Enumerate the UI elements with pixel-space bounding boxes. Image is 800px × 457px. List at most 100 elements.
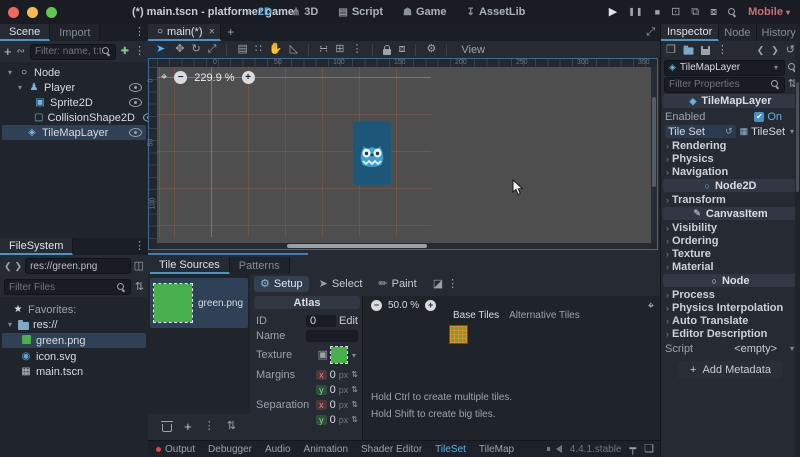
bottom-panel-animation[interactable]: Animation	[304, 444, 348, 455]
checkbox-checked-icon[interactable]: ✔	[754, 112, 764, 122]
inspector-scrollbar[interactable]	[795, 42, 800, 457]
film-strip-icon[interactable]: ⧇	[710, 7, 717, 18]
res-root-row[interactable]: ▾ res://	[0, 317, 148, 332]
tree-row-tilemaplayer[interactable]: ◈ TileMapLayer	[2, 125, 146, 140]
attach-script-icon[interactable]: ✚	[121, 47, 129, 57]
skeleton-options-icon[interactable]: ⚙	[426, 44, 436, 55]
section-visibility[interactable]: ›Visibility	[661, 221, 800, 234]
close-tab-icon[interactable]: ✕	[209, 28, 216, 36]
zoom-out-button[interactable]: −	[371, 300, 382, 311]
name-value-field[interactable]	[306, 330, 358, 342]
movie-maker-icon[interactable]: ⧉	[691, 7, 699, 18]
spinner-icon[interactable]: ⇅	[351, 400, 358, 409]
section-physics-interpolation[interactable]: ›Physics Interpolation	[661, 301, 800, 314]
tree-row-sprite2d[interactable]: ▣ Sprite2D	[0, 95, 148, 110]
atlas-view[interactable]: − 50.0 % + ⌖ Base Tiles Alternative Tile…	[363, 296, 660, 440]
paint-tool-button[interactable]: ✏Paint	[372, 276, 422, 292]
tab-scene[interactable]: Scene	[0, 24, 50, 41]
minimize-window-button[interactable]	[27, 7, 38, 18]
pin-bottom-panel-icon[interactable]: ┯	[630, 444, 637, 455]
tab-filesystem[interactable]: FileSystem	[0, 238, 73, 255]
tab-inspector[interactable]: Inspector	[661, 24, 719, 41]
tab-main-scene[interactable]: ○ main(*) ✕	[148, 24, 221, 41]
vertical-scrollbar-thumb[interactable]	[652, 97, 656, 187]
texture-thumbnail[interactable]	[331, 347, 347, 363]
add-metadata-button[interactable]: +Add Metadata	[678, 361, 783, 379]
add-source-icon[interactable]: +	[184, 420, 192, 433]
current-path-field[interactable]: res://green.png	[25, 258, 131, 274]
tab-tile-sources[interactable]: Tile Sources	[150, 257, 230, 274]
tab-node[interactable]: Node	[719, 24, 756, 41]
filter-files-input[interactable]: Filter Files	[4, 279, 131, 295]
tab-script[interactable]: ▤Script	[338, 6, 383, 18]
base-tile-atlas-texture[interactable]	[450, 326, 467, 343]
tab-import[interactable]: Import	[50, 24, 100, 41]
scene-filter-input[interactable]: Filter: name, t:t	[30, 44, 116, 60]
instance-scene-icon[interactable]: ∾	[17, 47, 25, 57]
script-value[interactable]: <empty>	[734, 343, 777, 355]
inspector-scrollbar-thumb[interactable]	[796, 82, 799, 192]
visibility-eye-icon[interactable]	[129, 98, 142, 107]
section-process[interactable]: ›Process	[661, 288, 800, 301]
pan-tool-icon[interactable]: ✋	[269, 44, 283, 55]
save-resource-icon[interactable]	[701, 46, 710, 55]
expand-viewport-icon[interactable]: ⤢	[646, 27, 655, 38]
filter-properties-input[interactable]: Filter Properties	[664, 77, 785, 93]
split-view-icon[interactable]: ◫	[134, 261, 144, 272]
zoom-in-button[interactable]: +	[425, 300, 436, 311]
collapse-icon[interactable]: ▾	[6, 320, 14, 329]
bottom-panel-tileset[interactable]: TileSet	[435, 444, 466, 455]
collapse-icon[interactable]: ▾	[6, 68, 14, 77]
group-object-icon[interactable]: ⧈	[398, 44, 405, 55]
play-button[interactable]: ▶	[609, 7, 617, 18]
section-rendering[interactable]: ›Rendering	[661, 139, 800, 152]
select-tool-button[interactable]: ➤Select	[313, 276, 369, 292]
bottom-panel-shader-editor[interactable]: Shader Editor	[361, 444, 422, 455]
filesystem-menu-icon[interactable]: ⋮	[134, 241, 145, 252]
visibility-eye-icon[interactable]	[129, 83, 142, 92]
bottom-panel-debugger[interactable]: Debugger	[208, 444, 252, 455]
file-row-main-tscn[interactable]: ▦ main.tscn	[0, 364, 148, 379]
section-navigation[interactable]: ›Navigation	[661, 165, 800, 178]
remote-debug-icon[interactable]: ⊡	[671, 7, 680, 18]
renderer-selector[interactable]: Mobile▾	[748, 6, 790, 18]
sort-files-icon[interactable]: ⇅	[135, 282, 144, 293]
horizontal-scrollbar-thumb[interactable]	[287, 244, 427, 248]
edited-object-selector[interactable]: ◈ TileMapLayer ▾	[664, 60, 785, 76]
history-back-icon[interactable]: ❮	[4, 262, 12, 271]
profiler-search-icon[interactable]	[728, 8, 737, 17]
scene-tree-menu-icon[interactable]: ⋮	[134, 46, 145, 57]
tab-2d[interactable]: ⌐2D	[248, 6, 272, 18]
file-row-green-png[interactable]: green.png	[2, 333, 146, 348]
rotate-tool-button[interactable]: ↻	[191, 44, 200, 55]
tab-3d[interactable]: ⋔3D	[292, 6, 318, 18]
add-node-button[interactable]: +	[4, 45, 12, 58]
source-menu-icon[interactable]: ⋮	[204, 421, 215, 432]
spinner-icon[interactable]: ⇅	[351, 370, 358, 379]
tab-base-tiles[interactable]: Base Tiles	[453, 310, 499, 321]
atlas-zoom-level[interactable]: 50.0 %	[388, 300, 419, 311]
section-physics[interactable]: ›Physics	[661, 152, 800, 165]
id-edit-button[interactable]: Edit	[339, 315, 358, 327]
collapse-icon[interactable]: ▾	[16, 83, 24, 92]
select-tool-button[interactable]: ➤	[153, 43, 168, 56]
tab-assetlib[interactable]: ↧AssetLib	[467, 6, 526, 18]
resource-menu-icon[interactable]: ⋮	[717, 45, 728, 56]
zoom-level[interactable]: 229.9 %	[194, 72, 234, 84]
chevron-down-icon[interactable]: ▾	[350, 351, 358, 360]
bottom-panel-tilemap[interactable]: TileMap	[479, 444, 514, 455]
audio-mute-icon[interactable]	[556, 445, 562, 453]
zoom-in-button[interactable]: +	[242, 71, 255, 84]
new-scene-tab-button[interactable]: +	[227, 26, 234, 38]
expand-bottom-panel-icon[interactable]: ❏	[644, 444, 654, 455]
file-row-icon-svg[interactable]: ◉ icon.svg	[0, 349, 148, 364]
tile-set-label-cell[interactable]: Tile Set ↺	[665, 125, 736, 138]
history-forward-icon[interactable]: ❯	[15, 262, 23, 271]
favorites-row[interactable]: ★ Favorites:	[0, 302, 148, 317]
scene-panel-menu-icon[interactable]: ⋮	[134, 27, 145, 38]
close-window-button[interactable]	[8, 7, 19, 18]
pivot-tool-icon[interactable]: ∷	[255, 44, 262, 55]
view-menu[interactable]: View	[457, 44, 489, 56]
revert-icon[interactable]: ↺	[725, 127, 733, 136]
section-material[interactable]: ›Material	[661, 260, 800, 273]
